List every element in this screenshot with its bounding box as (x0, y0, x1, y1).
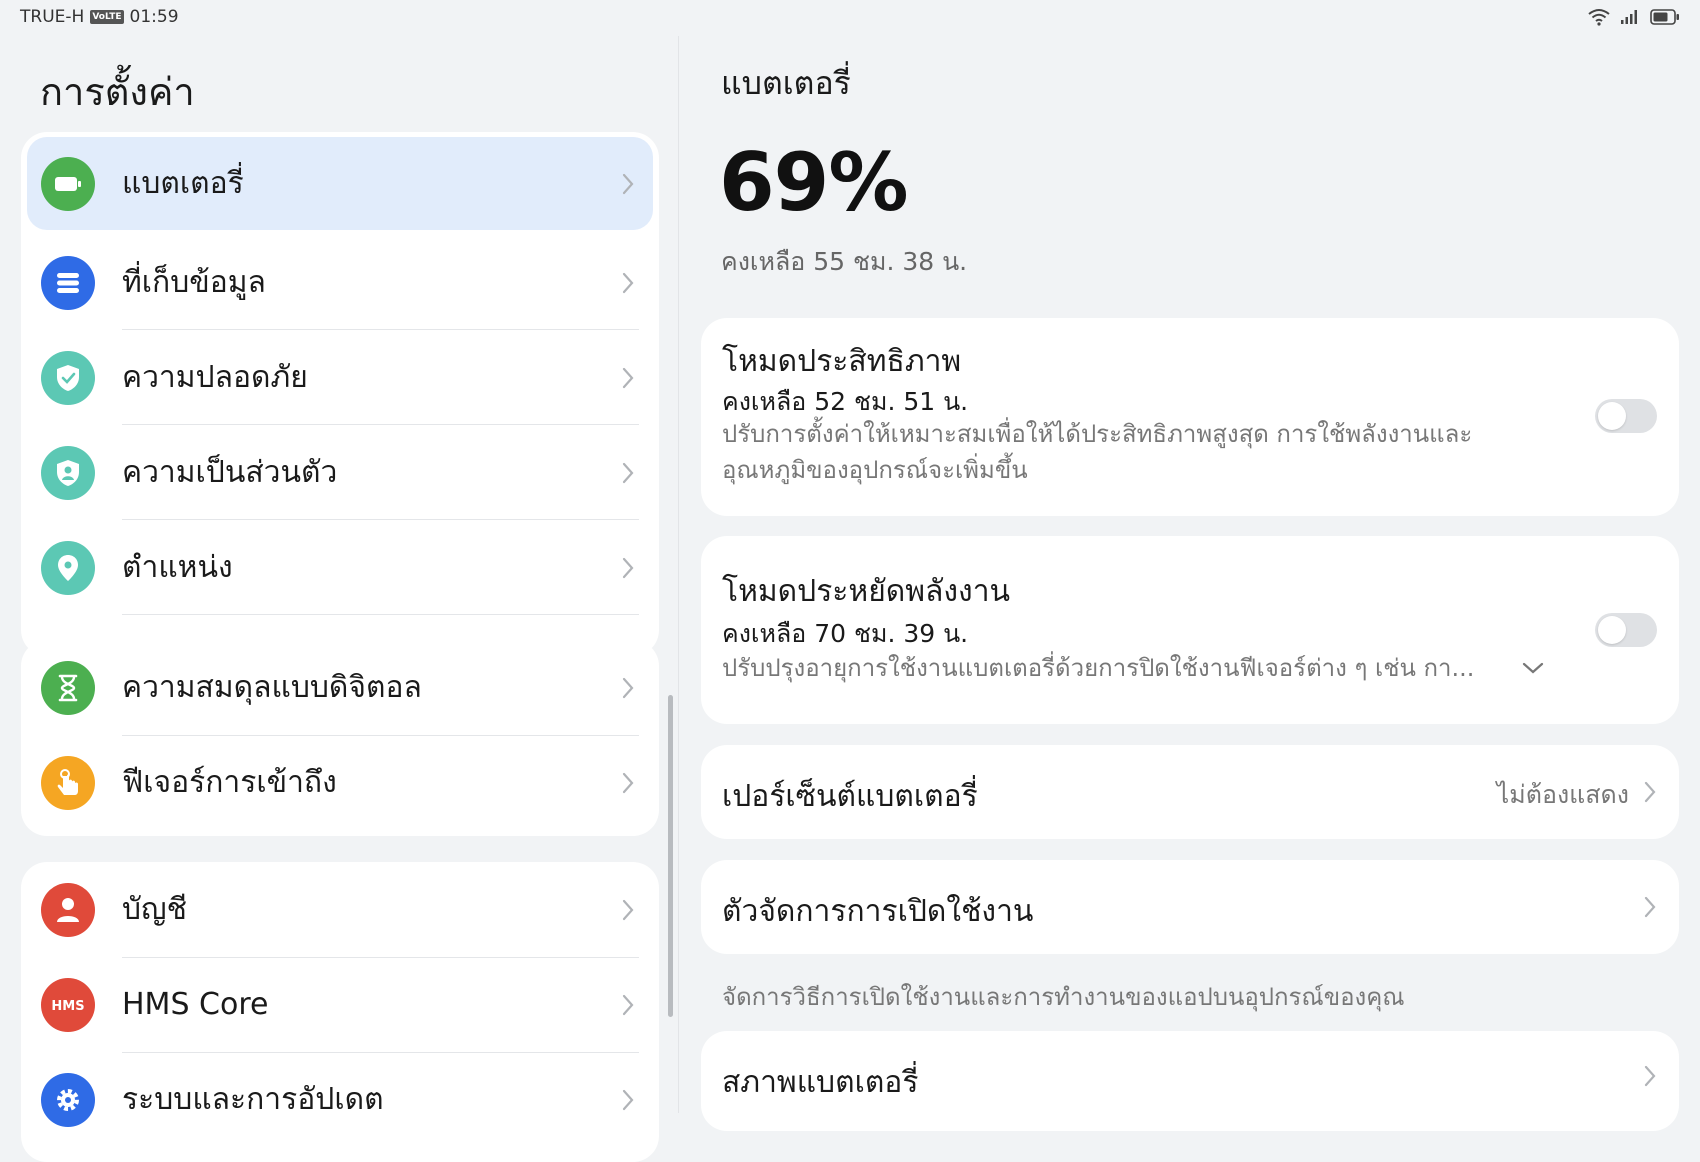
sidebar-item-label: ที่เก็บข้อมูล (122, 265, 266, 300)
status-bar-left: TRUE-H VoLTE 01:59 (20, 7, 179, 27)
sidebar-item-digital-balance[interactable]: ความสมดุลแบบดิจิตอล (21, 640, 659, 735)
svg-text:HMS: HMS (51, 999, 84, 1014)
hourglass-icon (41, 660, 95, 715)
power-saving-mode-remaining: คงเหลือ 70 ชม. 39 น. (722, 619, 969, 648)
signal-icon (1621, 10, 1637, 24)
battery-health-title: สภาพแบตเตอรี่ (722, 1065, 919, 1100)
performance-mode-description: ปรับการตั้งค่าให้เหมาะสมเพื่อให้ได้ประสิ… (722, 420, 1473, 484)
sidebar-item-location[interactable]: ตำแหน่ง (21, 520, 659, 615)
sidebar-item-label: HMS Core (122, 987, 269, 1022)
chevron-down-icon[interactable] (1521, 661, 1545, 675)
wifi-icon (1588, 9, 1610, 26)
divider (122, 1052, 639, 1053)
chevron-right-icon (1644, 896, 1656, 918)
chevron-right-icon (622, 367, 634, 388)
battery-icon (41, 156, 95, 211)
performance-mode-card[interactable]: โหมดประสิทธิภาพ คงเหลือ 52 ชม. 51 น. ปรั… (701, 318, 1679, 516)
sidebar-item-battery[interactable]: แบตเตอรี่ (27, 137, 653, 230)
clock: 01:59 (129, 7, 179, 27)
battery-remaining-time: คงเหลือ 55 ชม. 38 น. (721, 247, 968, 276)
toggle-knob (1598, 402, 1626, 430)
chevron-right-icon (622, 899, 634, 920)
chevron-right-icon (622, 994, 634, 1015)
chevron-right-icon (622, 557, 634, 578)
battery-status-icon (1650, 9, 1679, 25)
divider (122, 957, 639, 958)
chevron-right-icon (1644, 781, 1656, 803)
power-saving-mode-toggle[interactable] (1595, 613, 1657, 647)
sidebar-item-accessibility[interactable]: ฟีเจอร์การเข้าถึง (21, 735, 659, 830)
detail-title: แบตเตอรี่ (721, 64, 851, 102)
battery-percentage-row[interactable]: เปอร์เซ็นต์แบตเตอรี่ ไม่ต้องแสดง (701, 745, 1679, 839)
sidebar-item-label: ระบบและการอัปเดต (122, 1082, 384, 1117)
privacy-shield-icon (41, 445, 95, 500)
chevron-right-icon (622, 1089, 634, 1110)
chevron-right-icon (622, 272, 634, 293)
battery-percentage-title: เปอร์เซ็นต์แบตเตอรี่ (722, 779, 978, 814)
power-saving-mode-card[interactable]: โหมดประหยัดพลังงาน คงเหลือ 70 ชม. 39 น. … (701, 536, 1679, 724)
sidebar-item-security[interactable]: ความปลอดภัย (21, 330, 659, 425)
hand-pointer-icon (41, 755, 95, 810)
gear-icon (41, 1072, 95, 1127)
settings-group-3: บัญชี HMS HMS Core ระบบและการอัปเดต (21, 862, 659, 1162)
performance-mode-toggle[interactable] (1595, 399, 1657, 433)
performance-mode-title: โหมดประสิทธิภาพ (722, 344, 962, 379)
storage-icon (41, 255, 95, 310)
user-icon (41, 882, 95, 937)
app-launch-manager-hint: จัดการวิธีการเปิดใช้งานและการทำงานของแอป… (722, 983, 1405, 1011)
sidebar-item-account[interactable]: บัญชี (21, 862, 659, 957)
sidebar-item-label: ความเป็นส่วนตัว (122, 455, 338, 490)
settings-group-2: ความสมดุลแบบดิจิตอล ฟีเจอร์การเข้าถึง (21, 640, 659, 836)
power-saving-mode-title: โหมดประหยัดพลังงาน (722, 574, 1011, 609)
sidebar-item-label: ความปลอดภัย (122, 360, 308, 395)
divider (122, 614, 639, 615)
shield-check-icon (41, 350, 95, 405)
chevron-right-icon (622, 173, 634, 194)
settings-sidebar: การตั้งค่า แบตเตอรี่ ที่เก็บข้อมูล ความป… (0, 36, 678, 1162)
battery-detail-pane: แบตเตอรี่ 69% คงเหลือ 55 ชม. 38 น. โหมดป… (679, 36, 1700, 1131)
power-saving-mode-description: ปรับปรุงอายุการใช้งานแบตเตอรี่ด้วยการปิด… (722, 654, 1475, 682)
app-launch-manager-row[interactable]: ตัวจัดการการเปิดใช้งาน (701, 860, 1679, 954)
chevron-right-icon (1644, 1065, 1656, 1087)
sidebar-item-label: ฟีเจอร์การเข้าถึง (122, 765, 337, 800)
sidebar-item-storage[interactable]: ที่เก็บข้อมูล (21, 235, 659, 330)
battery-percentage: 69% (719, 136, 908, 229)
chevron-right-icon (622, 677, 634, 698)
location-pin-icon (41, 540, 95, 595)
divider (122, 735, 639, 736)
battery-percentage-value: ไม่ต้องแสดง (1496, 780, 1629, 809)
settings-group-1: แบตเตอรี่ ที่เก็บข้อมูล ความปลอดภัย ความ… (21, 132, 659, 656)
status-bar: TRUE-H VoLTE 01:59 (0, 0, 1700, 36)
sidebar-item-label: แบตเตอรี่ (122, 166, 244, 201)
carrier-name: TRUE-H (20, 7, 85, 27)
sidebar-item-label: บัญชี (122, 892, 187, 927)
sidebar-item-privacy[interactable]: ความเป็นส่วนตัว (21, 425, 659, 520)
sidebar-item-system-update[interactable]: ระบบและการอัปเดต (21, 1052, 659, 1147)
page-title: การตั้งค่า (40, 70, 195, 114)
sidebar-scrollbar[interactable] (668, 695, 673, 1017)
chevron-right-icon (622, 462, 634, 483)
sidebar-item-label: ตำแหน่ง (122, 550, 233, 585)
chevron-right-icon (622, 772, 634, 793)
toggle-knob (1598, 616, 1626, 644)
volte-badge: VoLTE (90, 10, 124, 24)
sidebar-item-hms-core[interactable]: HMS HMS Core (21, 957, 659, 1052)
sidebar-item-label: ความสมดุลแบบดิจิตอล (122, 670, 422, 705)
hms-core-icon: HMS (41, 977, 95, 1032)
app-launch-manager-title: ตัวจัดการการเปิดใช้งาน (722, 894, 1034, 929)
battery-health-row[interactable]: สภาพแบตเตอรี่ (701, 1031, 1679, 1131)
status-bar-right (1588, 8, 1680, 26)
